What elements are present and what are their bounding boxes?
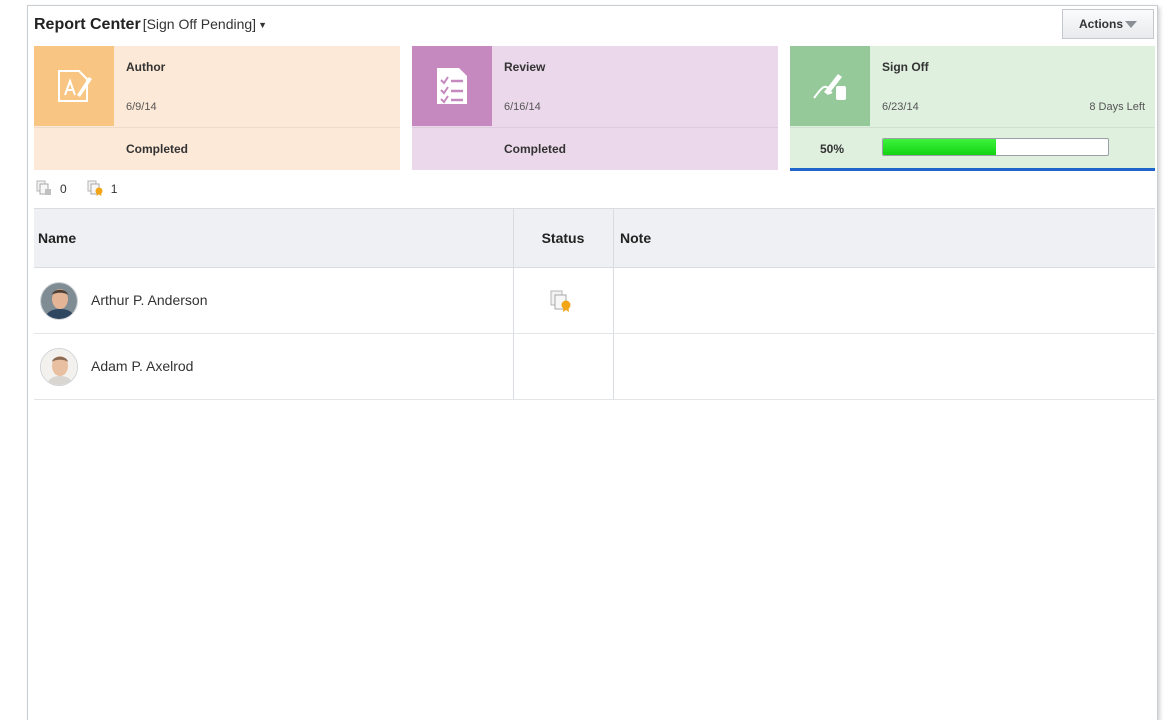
checklist-icon bbox=[412, 46, 492, 126]
avatar bbox=[40, 282, 78, 320]
column-divider bbox=[613, 334, 614, 399]
active-stage-indicator bbox=[790, 168, 1155, 171]
avatar bbox=[40, 348, 78, 386]
progress-percent: 50% bbox=[820, 142, 845, 156]
reviewers-table: Name Status Note Arthur P. Anderson Adam… bbox=[34, 208, 1155, 720]
page-title: Report Center [Sign Off Pending] ▼ bbox=[34, 16, 267, 34]
author-edit-icon bbox=[34, 46, 114, 126]
report-center-panel: Report Center [Sign Off Pending] ▼ Actions… bbox=[27, 5, 1158, 720]
document-counts: 0 1 bbox=[36, 180, 137, 198]
report-status-selector[interactable]: [Sign Off Pending] bbox=[143, 16, 256, 32]
stage-date: 6/23/14 bbox=[882, 101, 919, 113]
column-header-status[interactable]: Status bbox=[513, 230, 613, 246]
column-divider bbox=[513, 334, 514, 399]
signature-icon bbox=[790, 46, 870, 126]
count-pending: 0 bbox=[36, 180, 67, 199]
column-header-name[interactable]: Name bbox=[38, 230, 76, 246]
signed-document-icon bbox=[550, 290, 572, 317]
count-signed: 1 bbox=[87, 180, 118, 199]
column-divider bbox=[613, 209, 614, 267]
stage-review[interactable]: Review 6/16/14 Completed bbox=[412, 46, 778, 170]
column-header-note[interactable]: Note bbox=[620, 230, 651, 246]
table-row[interactable]: Arthur P. Anderson bbox=[34, 268, 1155, 334]
count-value: 0 bbox=[60, 182, 67, 196]
table-header: Name Status Note bbox=[34, 208, 1155, 268]
column-divider bbox=[613, 268, 614, 333]
chevron-down-icon[interactable]: ▼ bbox=[258, 20, 267, 30]
title-bar: Report Center [Sign Off Pending] ▼ Actions bbox=[28, 6, 1157, 44]
progress-bar bbox=[882, 138, 1109, 156]
days-left: 8 Days Left bbox=[1089, 101, 1145, 113]
stage-sign-off[interactable]: Sign Off 6/23/14 8 Days Left 50% bbox=[790, 46, 1155, 171]
actions-button[interactable]: Actions bbox=[1062, 9, 1154, 39]
actions-label: Actions bbox=[1078, 17, 1123, 31]
stage-status: Completed bbox=[126, 142, 189, 156]
pending-documents-icon bbox=[36, 180, 52, 199]
stage-author[interactable]: Author 6/9/14 Completed bbox=[34, 46, 400, 170]
table-row[interactable]: Adam P. Axelrod bbox=[34, 334, 1155, 400]
progress-fill bbox=[883, 139, 996, 155]
count-value: 1 bbox=[110, 182, 118, 196]
stage-date: 6/9/14 bbox=[126, 101, 157, 113]
stage-date: 6/16/14 bbox=[504, 101, 541, 113]
column-divider bbox=[513, 268, 514, 333]
stage-status: Completed bbox=[504, 142, 567, 156]
stage-name: Review bbox=[504, 60, 546, 74]
dropdown-arrow-icon bbox=[1125, 20, 1137, 28]
page-title-text: Report Center bbox=[34, 16, 141, 33]
person-name: Arthur P. Anderson bbox=[91, 292, 208, 308]
table-empty-area bbox=[34, 400, 1155, 720]
person-name: Adam P. Axelrod bbox=[91, 358, 194, 374]
signed-documents-icon bbox=[87, 180, 103, 199]
stage-name: Sign Off bbox=[882, 60, 929, 74]
stage-name: Author bbox=[126, 60, 166, 74]
